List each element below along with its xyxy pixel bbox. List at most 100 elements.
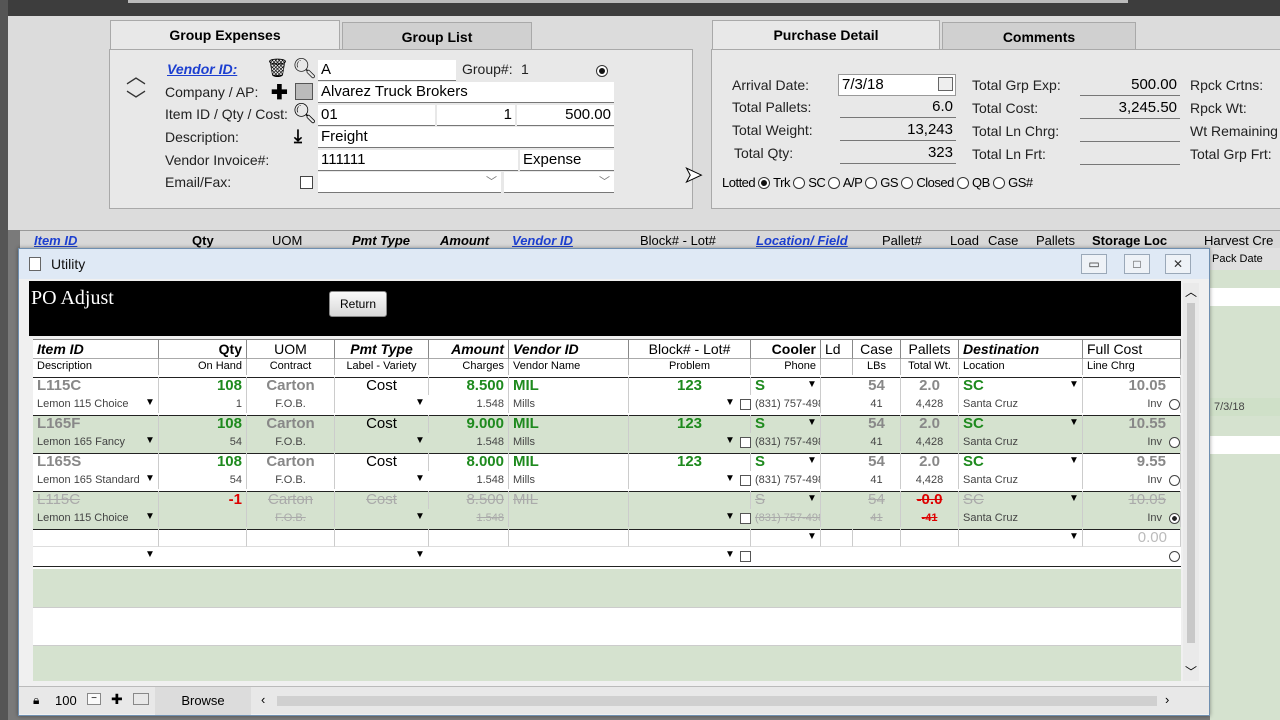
cell-inv[interactable]: Inv: [1083, 471, 1181, 489]
dropdown-arrow-icon[interactable]: ▼: [725, 549, 735, 560]
cell-vname[interactable]: Mills: [509, 471, 629, 489]
column-header[interactable]: Block# - Lot#: [629, 339, 751, 359]
scroll-right-icon[interactable]: ›: [1165, 692, 1169, 707]
cell-uom[interactable]: Carton: [247, 377, 335, 395]
cell-lot[interactable]: 123: [629, 377, 751, 395]
cell-vendor[interactable]: MIL: [509, 415, 629, 433]
column-header[interactable]: Pmt Type: [335, 339, 429, 359]
mode-browse[interactable]: Browse: [155, 687, 251, 715]
download-icon[interactable]: ⤓: [294, 126, 302, 147]
cell-full[interactable]: 10.05: [1083, 377, 1181, 395]
cell-qty[interactable]: 108: [159, 377, 247, 395]
dropdown-arrow-icon[interactable]: ▼: [1069, 417, 1079, 428]
cell-case[interactable]: 54: [853, 453, 901, 471]
dropdown-arrow-icon[interactable]: ▼: [415, 549, 425, 560]
cell-pallets[interactable]: 2.0: [901, 415, 959, 433]
cell-loc[interactable]: Santa Cruz: [959, 395, 1083, 413]
dropdown-arrow-icon[interactable]: ▼: [807, 417, 817, 428]
cell-dest[interactable]: SC: [959, 415, 1083, 433]
cell-pallets[interactable]: 2.0: [901, 453, 959, 471]
cell-vname[interactable]: Mills: [509, 395, 629, 413]
cell-loc[interactable]: Santa Cruz: [959, 433, 1083, 451]
cell-pmt[interactable]: Cost: [335, 491, 429, 509]
vendor-id-field[interactable]: A: [318, 60, 456, 81]
cell-contract[interactable]: F.O.B.: [247, 471, 335, 489]
empty-cell[interactable]: [629, 529, 751, 547]
dropdown-arrow-icon[interactable]: ▼: [1069, 455, 1079, 466]
column-header[interactable]: Cooler: [751, 339, 821, 359]
column-header[interactable]: Destination: [959, 339, 1083, 359]
problem-checkbox[interactable]: [740, 513, 751, 524]
cell-onhand[interactable]: 54: [159, 471, 247, 489]
item-id-field[interactable]: 01: [318, 105, 435, 126]
zoom-in-icon[interactable]: ✚: [111, 691, 123, 708]
cell-dest[interactable]: SC: [959, 453, 1083, 471]
cell-item[interactable]: L165S: [33, 453, 159, 471]
column-header[interactable]: Vendor ID: [509, 339, 629, 359]
cell-item[interactable]: L115C: [33, 377, 159, 395]
trash-icon[interactable]: 🗑: [266, 58, 289, 79]
invoice-type-field[interactable]: Expense: [520, 150, 614, 171]
radio-gs-btn[interactable]: [865, 177, 878, 189]
cell-loc[interactable]: Santa Cruz: [959, 509, 1083, 527]
cell-full[interactable]: 10.55: [1083, 415, 1181, 433]
column-header[interactable]: Case: [853, 339, 901, 359]
cell-qty[interactable]: 108: [159, 453, 247, 471]
lock-icon[interactable]: 🔒︎: [33, 693, 39, 708]
close-button[interactable]: ✕: [1165, 254, 1191, 274]
radio-ap-btn[interactable]: [828, 177, 841, 189]
dropdown-arrow-icon[interactable]: ▼: [725, 435, 735, 446]
add-icon[interactable]: ✚: [271, 80, 288, 105]
description-field[interactable]: Freight: [318, 127, 614, 148]
cell-inv[interactable]: Inv: [1083, 395, 1181, 413]
cell-pmt[interactable]: Cost: [335, 415, 429, 433]
new-row-full-cost[interactable]: 0.00: [1083, 529, 1181, 547]
cell-lot[interactable]: 123: [629, 415, 751, 433]
layout-toggle-icon[interactable]: [133, 693, 149, 705]
dropdown-arrow-icon[interactable]: ▼: [1069, 379, 1079, 390]
fax-select[interactable]: ﹀: [504, 172, 614, 193]
cell-vendor[interactable]: MIL: [509, 377, 629, 395]
vertical-scrollbar[interactable]: ︿ ﹀: [1183, 283, 1199, 681]
scroll-thumb[interactable]: [1187, 303, 1195, 643]
cell-qty[interactable]: 108: [159, 415, 247, 433]
email-checkbox[interactable]: [300, 176, 313, 189]
cell-vname[interactable]: [509, 509, 629, 527]
cell-loc[interactable]: Santa Cruz: [959, 471, 1083, 489]
scroll-down-icon[interactable]: ﹀: [1185, 663, 1197, 680]
cell-vendor[interactable]: MIL: [509, 491, 629, 509]
dropdown-arrow-icon[interactable]: ▼: [415, 473, 425, 484]
tab-comments[interactable]: Comments: [942, 22, 1136, 50]
cell-contract[interactable]: F.O.B.: [247, 395, 335, 413]
empty-cell[interactable]: [335, 529, 429, 547]
row-radio[interactable]: [1169, 437, 1180, 448]
column-header[interactable]: Amount: [429, 339, 509, 359]
cell-onhand[interactable]: 1: [159, 395, 247, 413]
column-header[interactable]: Full Cost: [1083, 339, 1181, 359]
item-search-icon[interactable]: 🔍︎: [292, 101, 317, 126]
dropdown-arrow-icon[interactable]: ▼: [415, 435, 425, 446]
cell-charges[interactable]: 1.548: [429, 395, 509, 413]
scroll-up-icon[interactable]: ︿: [1185, 283, 1197, 300]
cell-full[interactable]: 10.05: [1083, 491, 1181, 509]
problem-checkbox[interactable]: [740, 399, 751, 410]
radio-qb-btn[interactable]: [956, 177, 969, 189]
dropdown-arrow-icon[interactable]: ▼: [145, 511, 155, 522]
cell-onhand[interactable]: 54: [159, 433, 247, 451]
cell-amount[interactable]: 8.500: [429, 491, 509, 509]
cell-desc[interactable]: Lemon 115 Choice: [33, 395, 159, 413]
dropdown-arrow-icon[interactable]: ▼: [415, 511, 425, 522]
cell-uom[interactable]: Carton: [247, 415, 335, 433]
radio-closed-btn[interactable]: [901, 177, 914, 189]
dropdown-arrow-icon[interactable]: ▼: [725, 473, 735, 484]
radio-gsnum-btn[interactable]: [992, 177, 1005, 189]
cell-charges[interactable]: 1.548: [429, 509, 509, 527]
cell-phone[interactable]: (831) 757-4981: [751, 471, 821, 489]
row-radio[interactable]: [1169, 399, 1180, 410]
zoom-out-icon[interactable]: −: [87, 693, 101, 705]
dropdown-arrow-icon[interactable]: ▼: [807, 531, 817, 542]
empty-cell[interactable]: [853, 529, 901, 547]
row-radio[interactable]: [1169, 513, 1180, 524]
column-header[interactable]: UOM: [247, 339, 335, 359]
calendar-icon[interactable]: [938, 77, 953, 91]
